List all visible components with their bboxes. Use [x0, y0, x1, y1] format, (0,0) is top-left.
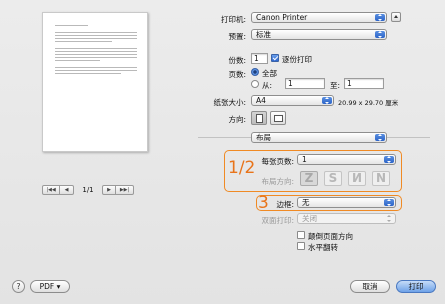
- copies-field[interactable]: 1: [251, 53, 268, 64]
- page-preview: [42, 12, 148, 152]
- first-page-icon[interactable]: |◀◀: [42, 185, 60, 195]
- layout-direction-n[interactable]: N: [372, 171, 390, 186]
- two-sided-value: 关闭: [302, 214, 317, 223]
- popup-arrows-icon: [375, 14, 385, 21]
- page-indicator: 1/1: [82, 186, 94, 194]
- portrait-icon: [256, 114, 263, 123]
- pdf-menu-button[interactable]: PDF ▾: [30, 280, 70, 293]
- paper-size-value: A4: [256, 96, 266, 105]
- pages-range-radio[interactable]: [251, 80, 259, 88]
- orientation-label: 方向:: [228, 115, 246, 124]
- popup-arrows-icon: [375, 134, 385, 141]
- next-page-icon[interactable]: ▶: [102, 185, 116, 195]
- flip-horizontal-checkbox[interactable]: [297, 242, 305, 250]
- print-button[interactable]: 打印: [396, 280, 436, 293]
- reverse-orientation-checkbox[interactable]: [297, 231, 305, 239]
- pages-per-sheet-select[interactable]: 1: [297, 154, 396, 165]
- printer-select[interactable]: Canon Printer: [251, 12, 387, 23]
- section-select[interactable]: 布局: [251, 132, 387, 143]
- presets-value: 标准: [256, 30, 271, 39]
- pages-from-label: 从:: [262, 81, 273, 90]
- pages-from-field[interactable]: 1: [285, 78, 325, 89]
- copies-label: 份数:: [228, 56, 246, 65]
- border-label: 边框:: [276, 200, 294, 209]
- section-value: 布局: [256, 133, 271, 142]
- layout-direction-z[interactable]: Z: [300, 171, 318, 186]
- previous-page-icon[interactable]: ◀: [60, 185, 74, 195]
- popup-arrows-icon: [322, 97, 332, 104]
- layout-direction-reverse-n[interactable]: И: [348, 171, 366, 186]
- help-button[interactable]: ?: [12, 280, 25, 293]
- popup-arrows-icon: [384, 156, 394, 163]
- portrait-orientation-button[interactable]: [251, 111, 267, 125]
- preview-pager: |◀◀ ◀ 1/1 ▶ ▶▶|: [42, 184, 162, 196]
- popup-arrows-icon: [375, 31, 385, 38]
- two-sided-label: 双面打印:: [261, 216, 294, 225]
- last-page-icon[interactable]: ▶▶|: [116, 185, 134, 195]
- cancel-button[interactable]: 取消: [350, 280, 390, 293]
- pages-per-sheet-value: 1: [302, 155, 307, 164]
- print-dialog: |◀◀ ◀ 1/1 ▶ ▶▶| 打印机: Canon Printer 预置: 标…: [0, 0, 445, 304]
- printer-value: Canon Printer: [256, 13, 308, 22]
- pages-all-label: 全部: [262, 69, 277, 78]
- layout-direction-label: 布局方向:: [261, 177, 294, 186]
- disclosure-button[interactable]: [391, 12, 401, 22]
- pages-all-radio[interactable]: [251, 68, 259, 76]
- collated-checkbox[interactable]: [271, 54, 279, 62]
- printer-label: 打印机:: [220, 15, 246, 24]
- pages-to-label: 至:: [330, 81, 341, 90]
- paper-dimensions: 20.99 x 29.70 厘米: [338, 99, 399, 107]
- flip-horizontal-label: 水平翻转: [308, 243, 338, 252]
- landscape-icon: [274, 115, 283, 122]
- presets-label: 预置:: [228, 32, 246, 41]
- pages-per-sheet-label: 每张页数:: [261, 157, 294, 166]
- pages-to-field[interactable]: 1: [344, 78, 384, 89]
- annotation-label-2: 3: [258, 193, 269, 213]
- paper-size-label: 纸张大小:: [213, 98, 246, 107]
- collated-label: 逐份打印: [282, 55, 312, 64]
- presets-select[interactable]: 标准: [251, 29, 387, 40]
- landscape-orientation-button[interactable]: [270, 111, 286, 125]
- border-select[interactable]: 无: [297, 197, 396, 208]
- border-value: 无: [302, 198, 310, 207]
- popup-arrows-icon: [384, 199, 394, 206]
- two-sided-select[interactable]: 关闭: [297, 213, 396, 224]
- paper-size-select[interactable]: A4: [251, 95, 334, 106]
- pages-label: 页数:: [228, 70, 246, 79]
- popup-arrows-icon: [384, 215, 394, 222]
- reverse-orientation-label: 颠倒页面方向: [308, 232, 353, 241]
- preview-text-lines: [55, 25, 137, 76]
- layout-direction-s[interactable]: S: [324, 171, 342, 186]
